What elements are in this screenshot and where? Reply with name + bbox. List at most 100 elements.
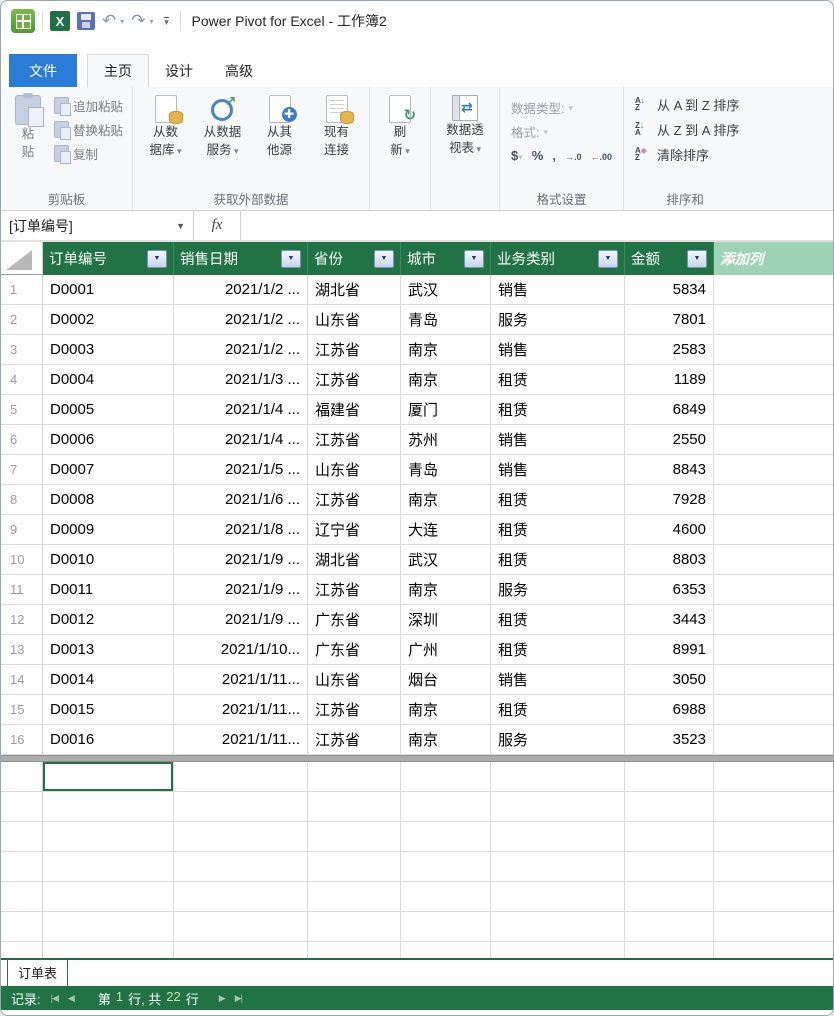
column-header-add-column[interactable]: 添加列 bbox=[714, 242, 833, 275]
cell-category[interactable]: 服务 bbox=[491, 725, 625, 755]
decrease-decimal-button[interactable]: ←.00 bbox=[590, 148, 612, 163]
cell-province[interactable]: 广东省 bbox=[308, 635, 401, 665]
cell-add-column[interactable] bbox=[714, 305, 833, 335]
cell-province[interactable] bbox=[308, 882, 401, 912]
tab-design[interactable]: 设计 bbox=[149, 54, 209, 87]
cell-sale-date[interactable]: 2021/1/5 ... bbox=[174, 455, 308, 485]
column-header-city[interactable]: 城市 bbox=[401, 242, 491, 275]
paste-button[interactable]: 粘 贴 bbox=[6, 93, 50, 160]
row-number-cell[interactable] bbox=[1, 852, 43, 882]
cell-city[interactable]: 厦门 bbox=[401, 395, 491, 425]
cell-add-column[interactable] bbox=[714, 275, 833, 305]
cell-province[interactable]: 山东省 bbox=[308, 665, 401, 695]
row-number-cell[interactable] bbox=[1, 912, 43, 942]
cell-category[interactable]: 销售 bbox=[491, 665, 625, 695]
cell-province[interactable] bbox=[308, 942, 401, 958]
cell-sale-date[interactable]: 2021/1/11... bbox=[174, 665, 308, 695]
cell-category[interactable] bbox=[491, 882, 625, 912]
name-box[interactable]: [订单编号] ▼ bbox=[1, 211, 194, 240]
cell-add-column[interactable] bbox=[714, 882, 833, 912]
cell-add-column[interactable] bbox=[714, 515, 833, 545]
cell-city[interactable]: 武汉 bbox=[401, 275, 491, 305]
cell-city[interactable] bbox=[401, 942, 491, 958]
cell-province[interactable]: 江苏省 bbox=[308, 725, 401, 755]
cell-province[interactable]: 广东省 bbox=[308, 605, 401, 635]
tab-file[interactable]: 文件 bbox=[9, 54, 77, 87]
clear-sort-button[interactable]: A◆Z 清除排序 bbox=[635, 145, 739, 164]
row-number-cell[interactable] bbox=[1, 822, 43, 852]
next-record-icon[interactable]: ▶ bbox=[219, 993, 225, 1004]
redo-dropdown-icon[interactable]: ▾ bbox=[150, 17, 154, 26]
cell-province[interactable]: 江苏省 bbox=[308, 365, 401, 395]
cell-category[interactable]: 租赁 bbox=[491, 695, 625, 725]
cell-province[interactable] bbox=[308, 792, 401, 822]
cell-add-column[interactable] bbox=[714, 635, 833, 665]
cell-amount[interactable]: 6988 bbox=[625, 695, 714, 725]
cell-sale-date[interactable]: 2021/1/10... bbox=[174, 635, 308, 665]
redo-icon[interactable] bbox=[131, 11, 145, 31]
row-number-cell[interactable]: 6 bbox=[1, 425, 43, 455]
cell-amount[interactable]: 8991 bbox=[625, 635, 714, 665]
cell-amount[interactable]: 3523 bbox=[625, 725, 714, 755]
cell-add-column[interactable] bbox=[714, 792, 833, 822]
row-number-cell[interactable]: 13 bbox=[1, 635, 43, 665]
sort-z-to-a-button[interactable]: Z↓A 从 Z 到 A 排序 bbox=[635, 120, 739, 139]
format-control[interactable]: 格式: bbox=[511, 121, 612, 141]
column-header-category[interactable]: 业务类别 bbox=[491, 242, 625, 275]
first-record-icon[interactable]: |◀ bbox=[51, 993, 58, 1004]
cell-category[interactable]: 租赁 bbox=[491, 515, 625, 545]
cell-city[interactable]: 烟台 bbox=[401, 665, 491, 695]
cell-sale-date[interactable] bbox=[174, 822, 308, 852]
cell-province[interactable]: 江苏省 bbox=[308, 485, 401, 515]
cell-city[interactable]: 武汉 bbox=[401, 545, 491, 575]
cell-city[interactable]: 青岛 bbox=[401, 455, 491, 485]
cell-city[interactable]: 苏州 bbox=[401, 425, 491, 455]
cell-city[interactable] bbox=[401, 912, 491, 942]
row-number-cell[interactable]: 10 bbox=[1, 545, 43, 575]
cell-category[interactable]: 租赁 bbox=[491, 485, 625, 515]
cell-order-id[interactable]: D0016 bbox=[43, 725, 174, 755]
currency-button[interactable]: $ bbox=[511, 148, 523, 163]
cell-city[interactable]: 南京 bbox=[401, 335, 491, 365]
cell-amount[interactable] bbox=[625, 912, 714, 942]
cell-add-column[interactable] bbox=[714, 455, 833, 485]
pivottable-button[interactable]: 数据透 视表 bbox=[436, 93, 494, 156]
row-number-cell[interactable]: 12 bbox=[1, 605, 43, 635]
cell-city[interactable]: 广州 bbox=[401, 635, 491, 665]
cell-city[interactable]: 南京 bbox=[401, 365, 491, 395]
cell-city[interactable] bbox=[401, 822, 491, 852]
cell-category[interactable]: 租赁 bbox=[491, 605, 625, 635]
data-type-control[interactable]: 数据类型: bbox=[511, 97, 612, 117]
row-number-cell[interactable]: 3 bbox=[1, 335, 43, 365]
cell-sale-date[interactable] bbox=[174, 792, 308, 822]
column-header-order-id[interactable]: 订单编号 bbox=[43, 242, 174, 275]
cell-order-id[interactable]: D0006 bbox=[43, 425, 174, 455]
formula-input[interactable] bbox=[241, 211, 833, 240]
cell-amount[interactable]: 6353 bbox=[625, 575, 714, 605]
cell-province[interactable]: 山东省 bbox=[308, 455, 401, 485]
cell-city[interactable]: 大连 bbox=[401, 515, 491, 545]
row-number-cell[interactable] bbox=[1, 942, 43, 958]
cell-province[interactable]: 江苏省 bbox=[308, 425, 401, 455]
cell-order-id[interactable]: D0007 bbox=[43, 455, 174, 485]
cell-order-id[interactable] bbox=[43, 822, 174, 852]
cell-category[interactable]: 租赁 bbox=[491, 545, 625, 575]
cell-amount[interactable]: 7801 bbox=[625, 305, 714, 335]
filter-dropdown-icon[interactable] bbox=[464, 250, 484, 268]
cell-city[interactable]: 青岛 bbox=[401, 305, 491, 335]
cell-category[interactable] bbox=[491, 822, 625, 852]
cell-amount[interactable]: 1189 bbox=[625, 365, 714, 395]
cell-sale-date[interactable]: 2021/1/8 ... bbox=[174, 515, 308, 545]
cell-order-id[interactable]: D0008 bbox=[43, 485, 174, 515]
excel-switch-icon[interactable]: X bbox=[50, 11, 70, 31]
cell-order-id[interactable]: D0002 bbox=[43, 305, 174, 335]
cell-sale-date[interactable]: 2021/1/6 ... bbox=[174, 485, 308, 515]
cell-province[interactable] bbox=[308, 822, 401, 852]
cell-category[interactable]: 销售 bbox=[491, 335, 625, 365]
cell-order-id[interactable] bbox=[43, 942, 174, 958]
cell-province[interactable] bbox=[308, 852, 401, 882]
name-box-dropdown-icon[interactable]: ▼ bbox=[176, 221, 185, 231]
filter-dropdown-icon[interactable] bbox=[147, 250, 167, 268]
row-number-cell[interactable]: 11 bbox=[1, 575, 43, 605]
cell-add-column[interactable] bbox=[714, 695, 833, 725]
